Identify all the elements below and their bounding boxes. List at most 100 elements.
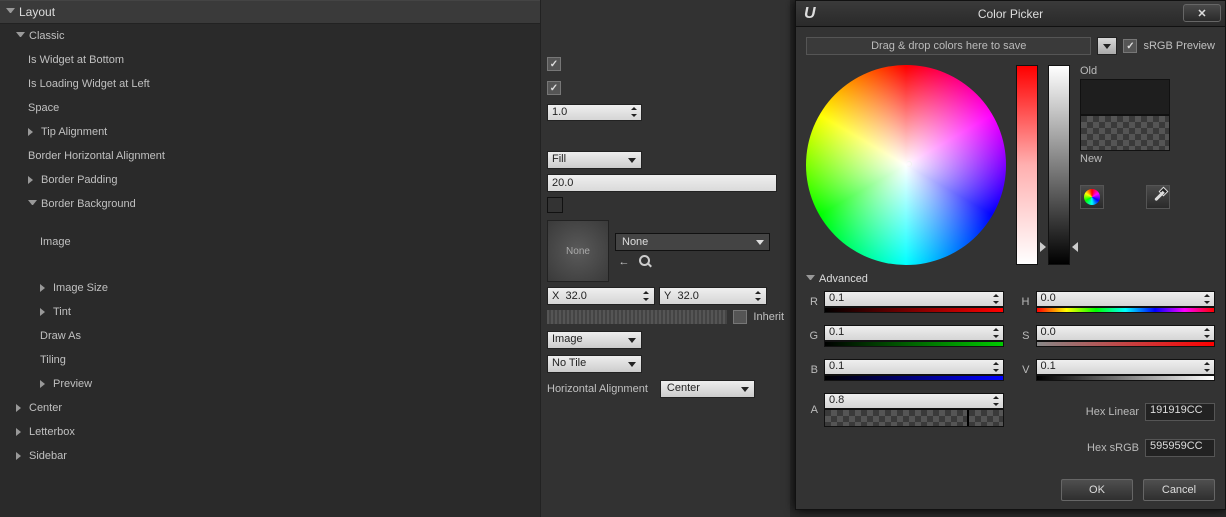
- tree-item-letterbox[interactable]: Letterbox: [0, 420, 540, 444]
- spinner-icon: [1202, 328, 1212, 338]
- tree-item-image-size[interactable]: Image Size: [0, 276, 540, 300]
- h-label: H: [1018, 296, 1030, 308]
- widget-bottom-checkbox[interactable]: [547, 57, 561, 71]
- alpha-thumb-icon: [967, 410, 969, 426]
- tree-item-border-padding[interactable]: Border Padding: [0, 168, 540, 192]
- tree-item-widget-bottom[interactable]: Is Widget at Bottom: [0, 48, 540, 72]
- tint-slider[interactable]: [547, 310, 727, 324]
- tree-item-image[interactable]: Image: [0, 230, 540, 254]
- tree-label: Tip Alignment: [41, 126, 107, 138]
- tree-item-sidebar[interactable]: Sidebar: [0, 444, 540, 468]
- drag-drop-colors-field[interactable]: Drag & drop colors here to save: [806, 37, 1091, 55]
- value-slider[interactable]: [1048, 65, 1070, 265]
- tree-label: Image Size: [53, 282, 108, 294]
- chevron-right-icon: [16, 428, 25, 437]
- r-slider[interactable]: [824, 307, 1004, 313]
- hex-linear-input[interactable]: 191919CC: [1145, 403, 1215, 421]
- saved-colors-dropdown[interactable]: [1097, 37, 1117, 55]
- tree-item-tiling[interactable]: Tiling: [0, 348, 540, 372]
- spinner-icon: [753, 291, 763, 301]
- v-label: V: [1018, 364, 1030, 376]
- tree-item-border-horiz[interactable]: Border Horizontal Alignment: [0, 144, 540, 168]
- tree-label: Classic: [29, 30, 64, 42]
- tree-label: Is Loading Widget at Left: [28, 78, 150, 90]
- tree-item-space[interactable]: Space: [0, 96, 540, 120]
- tree-label: Sidebar: [29, 450, 67, 462]
- g-slider[interactable]: [824, 341, 1004, 347]
- new-color-label: New: [1080, 153, 1170, 165]
- spinner-icon: [1202, 294, 1212, 304]
- b-input[interactable]: 0.1: [824, 359, 1004, 375]
- image-thumbnail-well[interactable]: None: [547, 220, 609, 282]
- old-color-label: Old: [1080, 65, 1170, 77]
- saturation-slider[interactable]: [1016, 65, 1038, 265]
- section-title: Layout: [19, 5, 55, 19]
- image-x-input[interactable]: X 32.0: [547, 287, 655, 305]
- image-asset-combo[interactable]: None: [615, 233, 770, 251]
- use-selected-icon[interactable]: ←: [617, 255, 631, 269]
- b-slider[interactable]: [824, 375, 1004, 381]
- s-value: 0.0: [1041, 326, 1056, 338]
- hex-srgb-value: 595959CC: [1150, 440, 1203, 452]
- b-value: 0.1: [829, 360, 844, 372]
- tree-label: Center: [29, 402, 62, 414]
- h-slider[interactable]: [1036, 307, 1216, 313]
- chevron-down-icon: [806, 275, 815, 284]
- h-input[interactable]: 0.0: [1036, 291, 1216, 307]
- cancel-button[interactable]: Cancel: [1143, 479, 1215, 501]
- close-button[interactable]: ✕: [1183, 4, 1221, 22]
- tiling-combo[interactable]: No Tile: [547, 355, 642, 373]
- advanced-label: Advanced: [819, 273, 868, 285]
- tree-item-classic[interactable]: Classic: [0, 24, 540, 48]
- srgb-preview-checkbox[interactable]: [1123, 39, 1137, 53]
- loading-left-checkbox[interactable]: [547, 81, 561, 95]
- ok-label: OK: [1089, 484, 1105, 496]
- v-slider[interactable]: [1036, 375, 1216, 381]
- border-bg-color-swatch[interactable]: [547, 197, 563, 213]
- a-input[interactable]: 0.8: [824, 393, 1004, 409]
- color-themes-button[interactable]: [1080, 185, 1104, 209]
- a-slider[interactable]: [824, 409, 1004, 427]
- advanced-section-header[interactable]: Advanced: [806, 273, 1215, 285]
- horiz-align-combo[interactable]: Center: [660, 380, 755, 398]
- combo-value: None: [622, 236, 648, 248]
- combo-value: No Tile: [552, 357, 586, 369]
- spinner-icon: [641, 291, 651, 301]
- spinner-icon: [991, 362, 1001, 372]
- inherit-checkbox[interactable]: [733, 310, 747, 324]
- s-input[interactable]: 0.0: [1036, 325, 1216, 341]
- chevron-right-icon: [40, 308, 49, 317]
- browse-icon[interactable]: [639, 255, 650, 269]
- r-input[interactable]: 0.1: [824, 291, 1004, 307]
- hex-linear-value: 191919CC: [1150, 404, 1203, 416]
- section-header-layout[interactable]: Layout: [0, 0, 540, 24]
- tree-item-center[interactable]: Center: [0, 396, 540, 420]
- ok-button[interactable]: OK: [1061, 479, 1133, 501]
- tree-label: Is Widget at Bottom: [28, 54, 124, 66]
- tree-item-preview[interactable]: Preview: [0, 372, 540, 396]
- a-value: 0.8: [829, 394, 844, 406]
- s-slider[interactable]: [1036, 341, 1216, 347]
- combo-value: Image: [552, 333, 583, 345]
- tree-item-loading-left[interactable]: Is Loading Widget at Left: [0, 72, 540, 96]
- tree-item-border-background[interactable]: Border Background: [0, 192, 540, 216]
- spinner-icon: [1202, 362, 1212, 372]
- border-padding-input[interactable]: 20.0: [547, 174, 777, 192]
- v-value: 0.1: [1041, 360, 1056, 372]
- y-value: 32.0: [677, 290, 698, 302]
- image-y-input[interactable]: Y 32.0: [659, 287, 767, 305]
- draw-as-combo[interactable]: Image: [547, 331, 642, 349]
- hex-srgb-input[interactable]: 595959CC: [1145, 439, 1215, 457]
- tree-item-tip-alignment[interactable]: Tip Alignment: [0, 120, 540, 144]
- color-wheel[interactable]: [806, 65, 1006, 265]
- g-input[interactable]: 0.1: [824, 325, 1004, 341]
- tree-item-draw-as[interactable]: Draw As: [0, 324, 540, 348]
- v-input[interactable]: 0.1: [1036, 359, 1216, 375]
- space-input[interactable]: 1.0: [547, 104, 642, 121]
- old-color-swatch: [1080, 79, 1170, 115]
- eyedropper-icon: [1150, 189, 1166, 205]
- tree-item-tint[interactable]: Tint: [0, 300, 540, 324]
- border-horiz-combo[interactable]: Fill: [547, 151, 642, 169]
- dialog-titlebar[interactable]: U Color Picker ✕: [796, 1, 1225, 27]
- eyedropper-button[interactable]: [1146, 185, 1170, 209]
